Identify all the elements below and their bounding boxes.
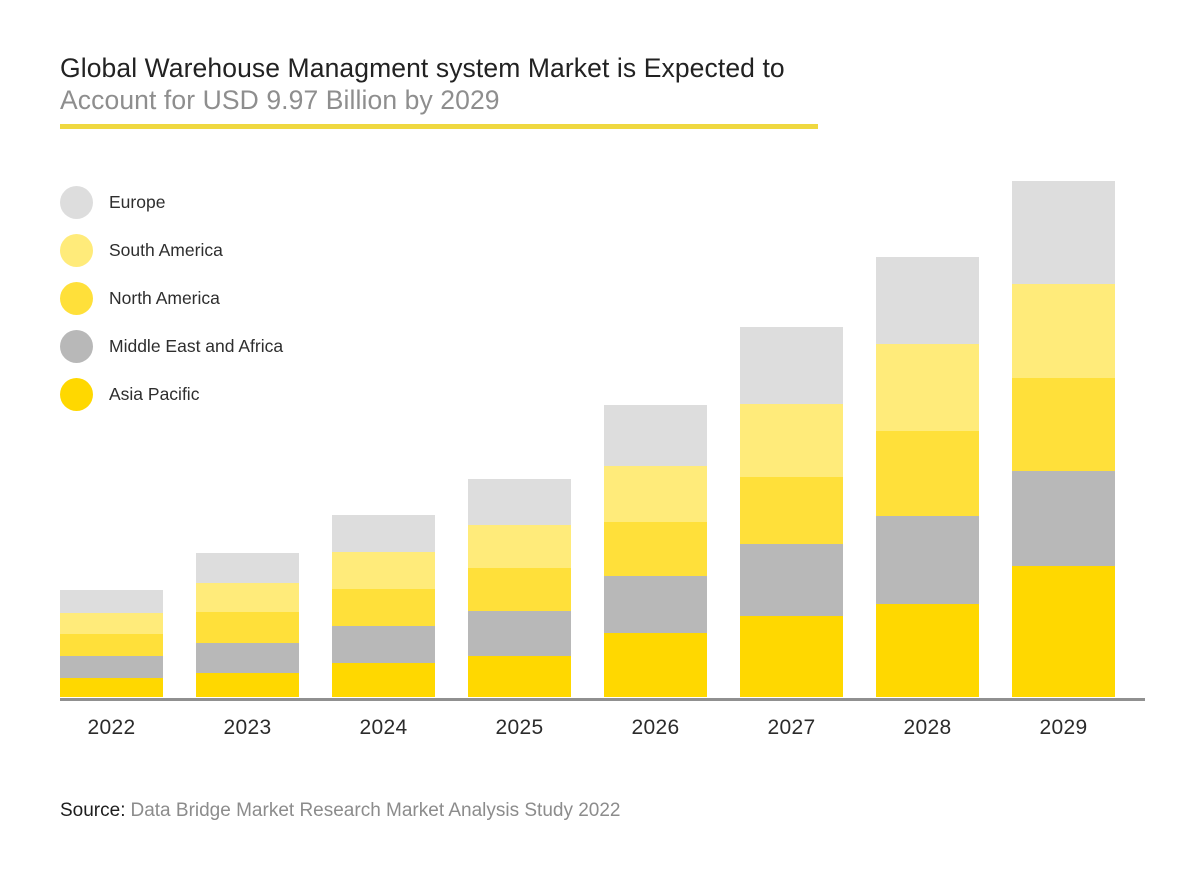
bar-column-2027[interactable] [740, 327, 843, 697]
bar-column-2026[interactable] [604, 405, 707, 697]
bar-stack [604, 405, 707, 697]
x-axis-tick-2026: 2026 [631, 716, 680, 739]
bar-segment[interactable] [332, 552, 435, 589]
bar-segment[interactable] [1012, 378, 1115, 471]
bar-stack [60, 590, 163, 697]
bar-stack [196, 553, 299, 697]
bar-segment[interactable] [604, 405, 707, 466]
bar-segment[interactable] [196, 553, 299, 583]
bar-segment[interactable] [1012, 181, 1115, 284]
bar-segment[interactable] [740, 544, 843, 616]
bar-segment[interactable] [468, 656, 571, 697]
bar-stack [740, 327, 843, 697]
bar-segment[interactable] [604, 576, 707, 633]
x-axis-line [60, 698, 1145, 701]
x-axis-tick-2024: 2024 [359, 716, 408, 739]
bar-segment[interactable] [332, 626, 435, 663]
source-note: Source: Data Bridge Market Research Marke… [60, 800, 621, 822]
bar-segment[interactable] [196, 583, 299, 612]
bar-segment[interactable] [60, 634, 163, 656]
stacked-bar-group [60, 170, 1145, 697]
x-axis-tick-labels: 2022 2023 2024 2025 2026 2027 2028 2029 [60, 716, 1145, 750]
bar-segment[interactable] [876, 344, 979, 431]
bar-segment[interactable] [60, 613, 163, 634]
bar-segment[interactable] [740, 477, 843, 544]
bar-stack [332, 515, 435, 697]
bar-segment[interactable] [332, 589, 435, 626]
bar-segment[interactable] [1012, 471, 1115, 566]
bar-segment[interactable] [604, 466, 707, 522]
bar-segment[interactable] [740, 616, 843, 697]
x-axis-tick-2027: 2027 [767, 716, 816, 739]
bar-segment[interactable] [196, 612, 299, 643]
bar-segment[interactable] [468, 479, 571, 525]
x-axis-tick-2023: 2023 [223, 716, 272, 739]
bar-segment[interactable] [332, 515, 435, 552]
x-axis-tick-2022: 2022 [87, 716, 136, 739]
bar-segment[interactable] [876, 257, 979, 344]
bar-stack [1012, 181, 1115, 697]
bar-segment[interactable] [196, 643, 299, 673]
source-label: Source: [60, 800, 126, 821]
bar-segment[interactable] [468, 568, 571, 611]
bar-segment[interactable] [1012, 566, 1115, 697]
bar-column-2022[interactable] [60, 590, 163, 697]
page-subtitle: Account for USD 9.97 Billion by 2029 [60, 85, 500, 115]
bar-stack [468, 479, 571, 697]
bar-segment[interactable] [604, 633, 707, 697]
bar-segment[interactable] [740, 404, 843, 477]
bar-segment[interactable] [60, 678, 163, 697]
bar-segment[interactable] [60, 590, 163, 613]
page-title: Global Warehouse Managment system Market… [60, 53, 785, 83]
bar-segment[interactable] [876, 604, 979, 697]
chart-header: Global Warehouse Managment system Market… [60, 52, 960, 117]
bar-column-2029[interactable] [1012, 181, 1115, 697]
bar-column-2024[interactable] [332, 515, 435, 697]
bar-column-2025[interactable] [468, 479, 571, 697]
bar-segment[interactable] [740, 327, 843, 404]
bar-segment[interactable] [876, 431, 979, 516]
chart-plot-area [60, 170, 1145, 701]
bar-segment[interactable] [332, 663, 435, 697]
title-accent-rule [60, 124, 818, 129]
source-value: Data Bridge Market Research Market Analy… [130, 800, 621, 821]
x-axis-tick-2029: 2029 [1039, 716, 1088, 739]
bar-segment[interactable] [196, 673, 299, 697]
x-axis-tick-2025: 2025 [495, 716, 544, 739]
bar-segment[interactable] [60, 656, 163, 678]
bar-segment[interactable] [468, 525, 571, 568]
bar-segment[interactable] [876, 516, 979, 604]
bar-stack [876, 257, 979, 697]
bar-segment[interactable] [1012, 284, 1115, 378]
bar-segment[interactable] [604, 522, 707, 576]
bar-segment[interactable] [468, 611, 571, 656]
x-axis-tick-2028: 2028 [903, 716, 952, 739]
infographic-root: Global Warehouse Managment system Market… [0, 0, 1200, 888]
bar-column-2023[interactable] [196, 553, 299, 697]
bar-column-2028[interactable] [876, 257, 979, 697]
